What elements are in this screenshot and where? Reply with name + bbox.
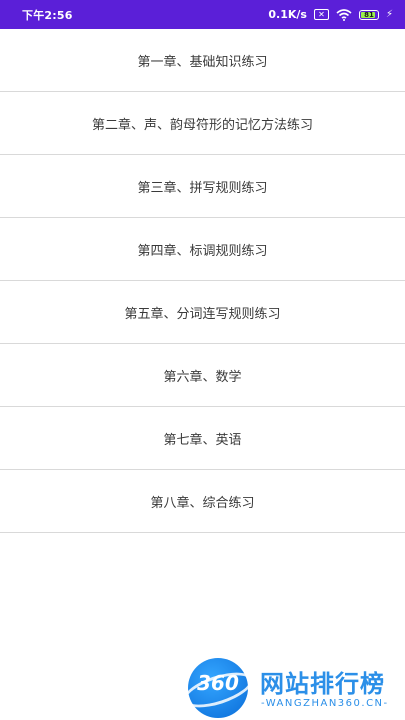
chapter-label: 第六章、数学: [163, 369, 242, 385]
chapter-item-8[interactable]: 第八章、综合练习: [0, 470, 405, 533]
battery-level: 81: [364, 10, 374, 19]
chapter-list: 第一章、基础知识练习 第二章、声、韵母符形的记忆方法练习 第三章、拼写规则练习 …: [0, 29, 405, 533]
chapter-item-7[interactable]: 第七章、英语: [0, 407, 405, 470]
no-sim-icon: ✕: [313, 9, 329, 20]
battery-icon: 81: [358, 9, 379, 20]
chapter-item-2[interactable]: 第二章、声、韵母符形的记忆方法练习: [0, 92, 405, 155]
wifi-icon: [336, 8, 352, 21]
chapter-label: 第八章、综合练习: [150, 495, 255, 511]
status-time: 下午2:56: [22, 8, 73, 22]
watermark-logo-number: 360: [197, 671, 239, 695]
chapter-label: 第一章、基础知识练习: [137, 54, 268, 70]
chapter-label: 第三章、拼写规则练习: [137, 180, 268, 196]
watermark-site-name: 网站排行榜: [260, 670, 385, 698]
chapter-label: 第五章、分词连写规则练习: [124, 306, 281, 322]
chapter-item-1[interactable]: 第一章、基础知识练习: [0, 29, 405, 92]
status-icons: 0.1K/s ✕ 81 ⚡: [268, 8, 393, 21]
chapter-item-4[interactable]: 第四章、标调规则练习: [0, 218, 405, 281]
watermark: 360 网站排行榜 -WANGZHAN360.CN-: [179, 658, 403, 718]
chapter-label: 第七章、英语: [163, 432, 242, 448]
chapter-label: 第四章、标调规则练习: [137, 243, 268, 259]
lightning-icon: ⚡: [385, 9, 393, 20]
chapter-label: 第二章、声、韵母符形的记忆方法练习: [91, 117, 313, 133]
status-bar: 下午2:56 0.1K/s ✕ 81 ⚡: [0, 0, 405, 29]
watermark-url: -WANGZHAN360.CN-: [261, 698, 389, 709]
network-speed: 0.1K/s: [268, 8, 307, 21]
chapter-item-3[interactable]: 第三章、拼写规则练习: [0, 155, 405, 218]
chapter-item-6[interactable]: 第六章、数学: [0, 344, 405, 407]
chapter-item-5[interactable]: 第五章、分词连写规则练习: [0, 281, 405, 344]
